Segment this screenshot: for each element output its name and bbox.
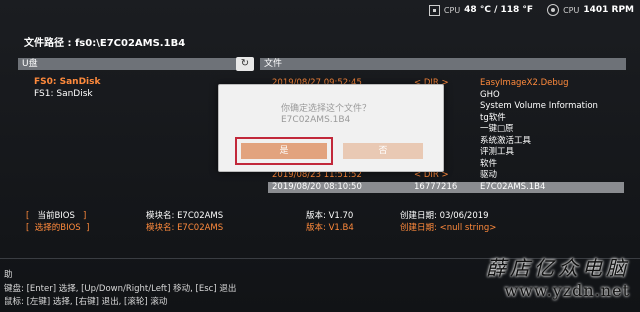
file-name: 一键□原 [480,124,514,134]
hardware-status: CPU 48 °C / 118 °F CPU 1401 RPM [428,4,634,16]
watermark-text: 薛店亿众电脑 [486,256,630,280]
selected-created: 创建日期: <null string> [400,223,497,233]
bios-flash-screen: CPU 48 °C / 118 °F CPU 1401 RPM 文件路径 : f… [0,0,640,312]
watermark-url: www.yzdn.net [504,281,630,300]
fan-icon [547,4,560,16]
file-date: 2019/08/20 08:10:50 [272,181,362,192]
file-name: 驱动 [480,170,498,180]
file-row-selected[interactable]: 2019/08/20 08:10:50 16777216 E7C02AMS.1B… [268,181,624,193]
cpu-temp: CPU 48 °C / 118 °F [428,4,534,16]
watermark: 薛店亿众电脑 www.yzdn.net [486,252,630,300]
file-name: tg软件 [480,112,506,123]
cpu-chip-icon [428,4,440,16]
file-name: 评测工具 [480,147,515,157]
no-button[interactable]: 否 [343,143,423,159]
file-name: 软件 [480,158,498,169]
dialog-filename: E7C02AMS.1B4 [281,115,351,125]
cpu-fan: CPU 1401 RPM [547,4,634,16]
cpu-fan-label: CPU [563,5,580,15]
mouse-help: 鼠标: [左键] 选择, [右键] 退出, [滚轮] 滚动 [4,297,168,307]
selected-version: 版本: V1.B4 [306,223,354,233]
files-panel-title: 文件 [260,58,626,70]
file-name: EasyImageX2.Debug [480,78,569,88]
cpu-temp-label: CPU [443,5,461,15]
selected-bios-label: [ 选择的BIOS ] [26,223,90,233]
current-version: 版本: V1.70 [306,211,354,221]
keyboard-help: 键盘: [Enter] 选择, [Up/Down/Right/Left] 移动,… [4,284,237,294]
file-path: 文件路径 : fs0:\E7C02AMS.1B4 [24,38,186,49]
dialog-question: 你确定选择这个文件？ [281,104,372,114]
current-bios-label: [ 当前BIOS ] [26,211,87,221]
file-type: 16777216 [414,181,458,192]
usb-panel-title: U盘 [18,58,240,70]
current-model: 模块名: E7C02AMS [146,211,224,221]
cpu-temp-value: 48 °C / 118 °F [464,5,534,15]
selected-model: 模块名: E7C02AMS [146,223,224,233]
refresh-icon[interactable]: ↻ [236,57,254,71]
drive-item-fs1[interactable]: FS1: SanDisk [34,89,93,99]
current-created: 创建日期: 03/06/2019 [400,211,489,221]
file-name: 系统激活工具 [480,135,532,146]
yes-button[interactable]: 是 [235,137,333,165]
cpu-fan-value: 1401 RPM [583,5,634,15]
file-name: E7C02AMS.1B4 [480,181,546,192]
drive-item-fs0[interactable]: FS0: SanDisk [34,77,101,87]
file-name: System Volume Information [480,101,598,111]
file-name: GHO [480,89,500,100]
help-title: 助 [4,270,13,280]
confirm-dialog: 你确定选择这个文件？ E7C02AMS.1B4 是 否 [218,84,444,172]
